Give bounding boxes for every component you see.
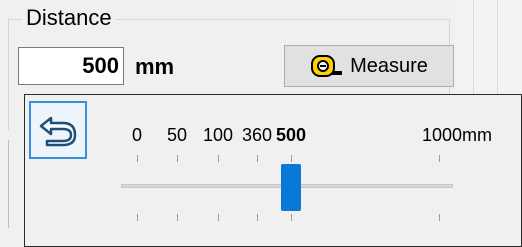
back-button[interactable]: [29, 101, 87, 159]
scale-tick-mark: [257, 214, 258, 221]
scale-tick-mark: [291, 214, 292, 221]
back-arrow-icon: [39, 116, 77, 147]
hidden-control-edge: [8, 140, 21, 180]
scale-tick-mark: [218, 155, 219, 162]
scale-tick-mark: [218, 214, 219, 221]
hidden-control-edge: [8, 178, 21, 228]
scale-tick-mark: [439, 214, 440, 221]
scale-tick-mark: [291, 155, 292, 162]
scale-tick-mark: [137, 155, 138, 162]
scale-tick-mark: [137, 214, 138, 221]
scale-tick-mark: [439, 155, 440, 162]
scale-tick-label[interactable]: 500: [276, 125, 306, 146]
measure-button[interactable]: Measure: [284, 45, 454, 87]
scale-tick-mark: [257, 155, 258, 162]
measure-label: Measure: [350, 54, 428, 77]
distance-input[interactable]: 500: [18, 47, 124, 85]
scale-tick-label[interactable]: 50: [167, 125, 187, 146]
scale-tick-label[interactable]: 360: [242, 125, 272, 146]
scale-tick-mark: [177, 155, 178, 162]
scale-tick-label[interactable]: 0: [132, 125, 142, 146]
tape-measure-icon: [310, 53, 344, 79]
distance-group-title: Distance: [22, 5, 116, 31]
distance-scale-popup: 0 50 100 360 500 1000mm: [24, 94, 522, 247]
distance-unit-label: mm: [135, 54, 175, 79]
scale-tick-label[interactable]: 1000mm: [422, 125, 492, 146]
slider-thumb[interactable]: [281, 164, 301, 211]
scale-tick-label[interactable]: 100: [203, 125, 233, 146]
scale-tick-mark: [177, 214, 178, 221]
